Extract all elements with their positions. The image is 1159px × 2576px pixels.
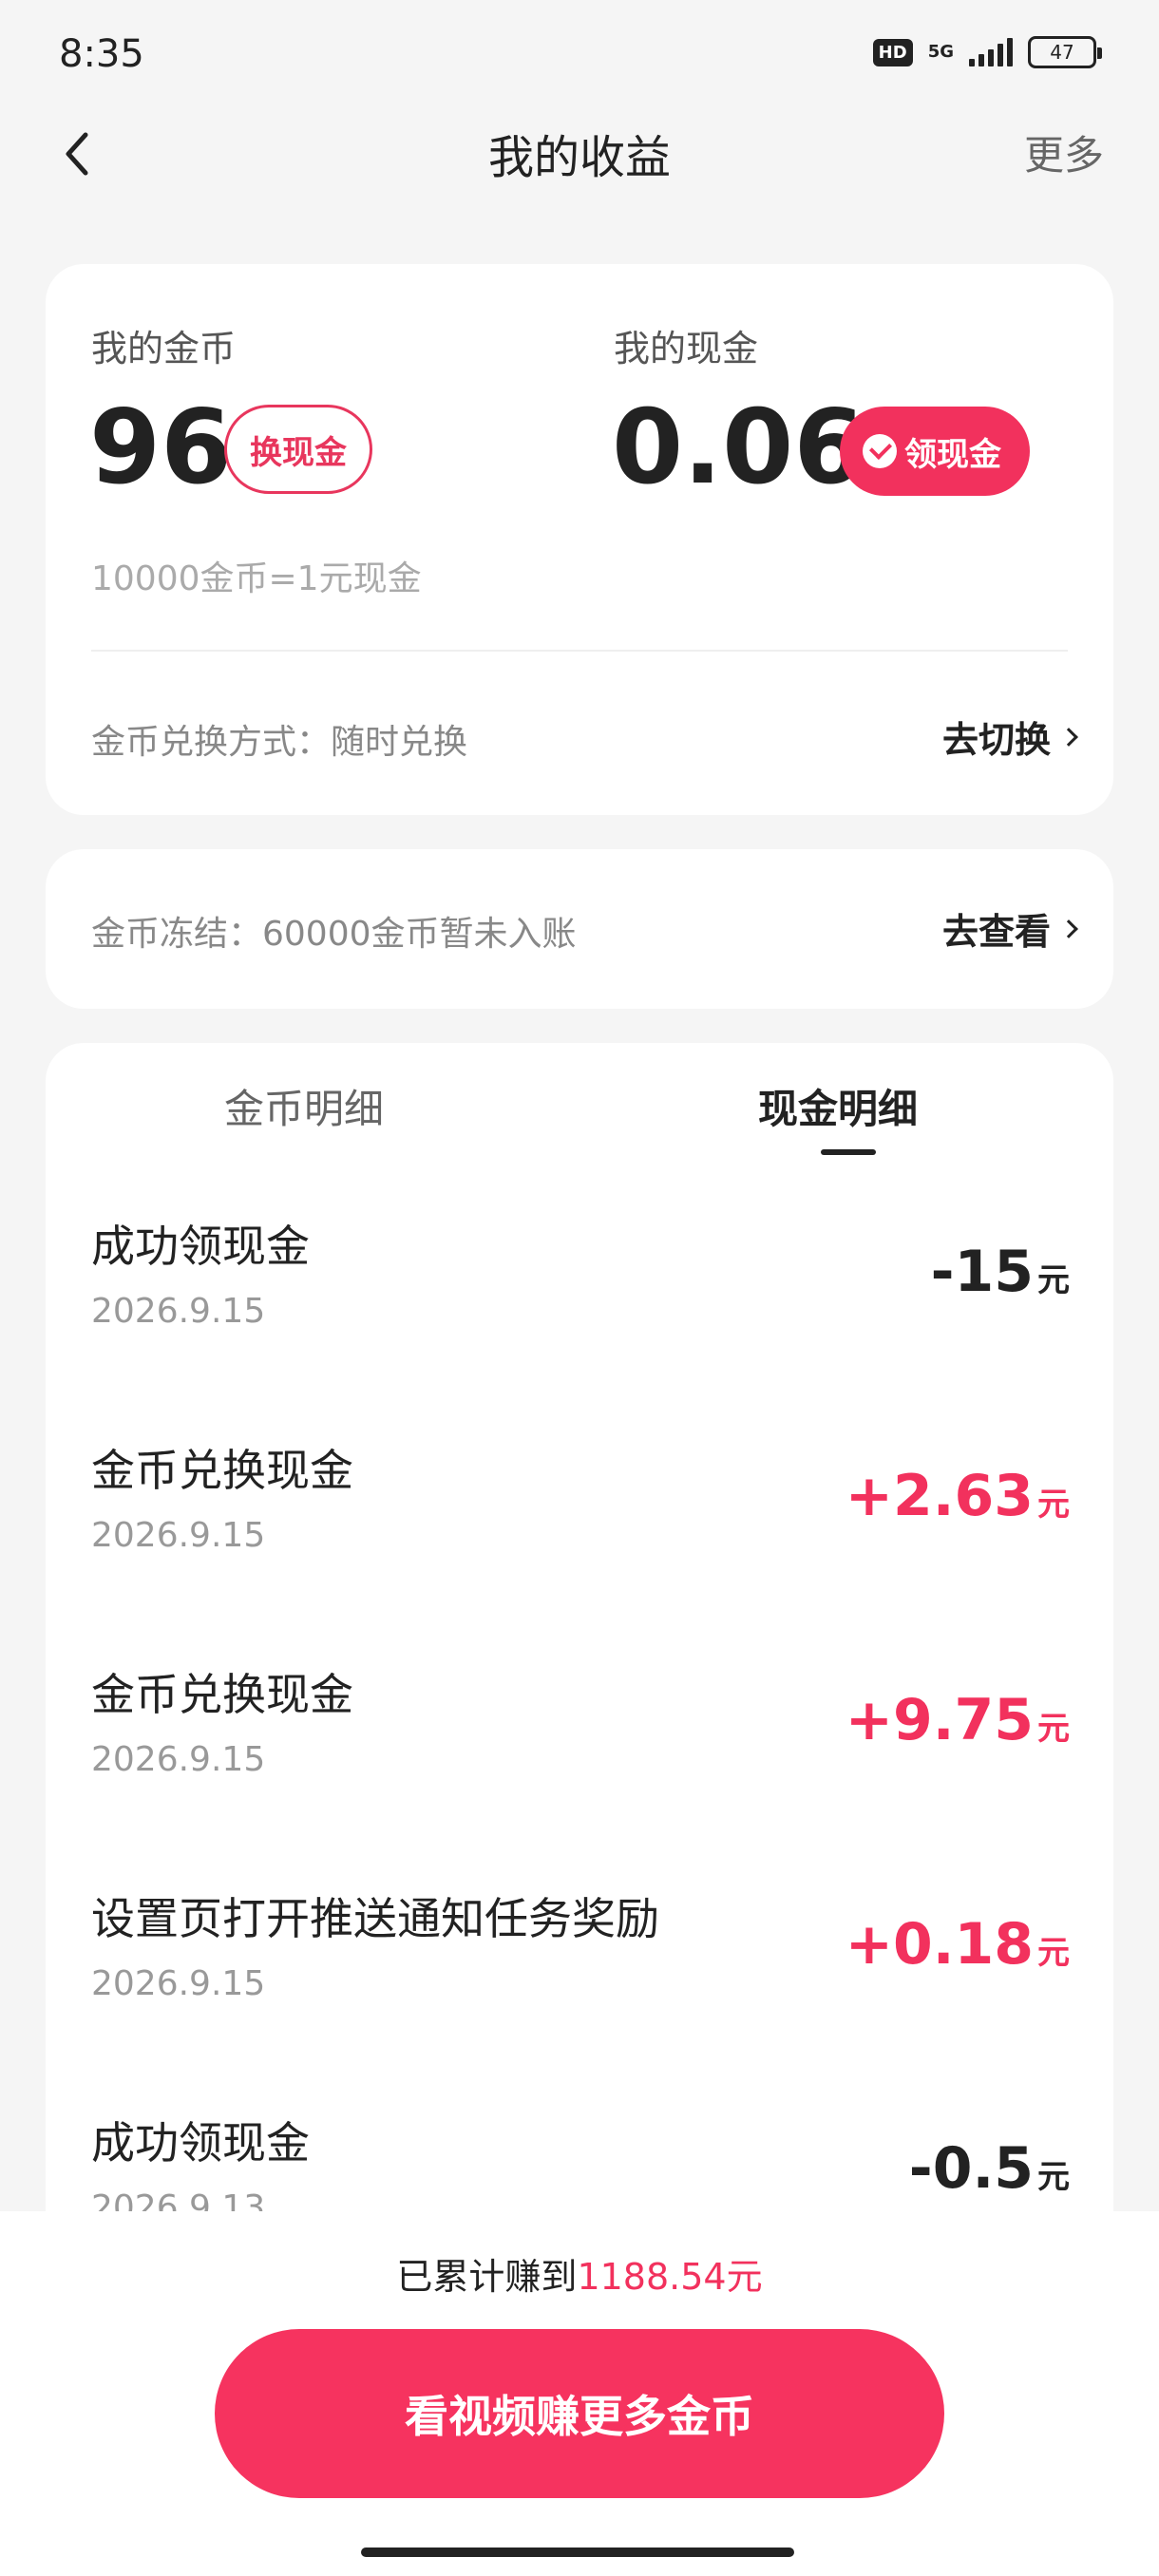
coins-value: 96 xyxy=(89,388,233,507)
total-earned-prefix: 已累计赚到 xyxy=(396,2256,578,2298)
amount-unit: 元 xyxy=(1037,1710,1070,1748)
battery-icon: 47 xyxy=(1028,36,1102,68)
signal-icon xyxy=(969,38,1013,66)
transaction-amount: +0.18 元 xyxy=(846,1911,1070,1978)
amount-value: +0.18 xyxy=(845,1911,1034,1978)
chevron-right-icon xyxy=(1059,919,1078,938)
total-earned-text: 已累计赚到1188.54元 xyxy=(0,2247,1159,2300)
status-time: 8:35 xyxy=(59,32,144,76)
tab-coin-details[interactable]: 金币明细 xyxy=(224,1077,384,1135)
amount-value: +2.63 xyxy=(845,1463,1034,1529)
amount-unit: 元 xyxy=(1037,1261,1070,1299)
transaction-date: 2026.9.15 xyxy=(91,1516,266,1555)
transaction-date: 2026.9.15 xyxy=(91,1740,266,1779)
exchange-method-text: 金币兑换方式：随时兑换 xyxy=(91,723,468,762)
cash-label: 我的现金 xyxy=(614,328,759,369)
list-item: 成功领现金 2026.9.15 -15 元 xyxy=(46,1212,1113,1436)
amount-unit: 元 xyxy=(1037,1934,1070,1972)
tab-cash-details[interactable]: 现金明细 xyxy=(758,1077,918,1135)
status-icons: HD 5G 47 xyxy=(872,36,1102,68)
transaction-amount: -15 元 xyxy=(931,1239,1070,1305)
check-icon xyxy=(863,434,897,468)
total-earned-amount: 1188.54元 xyxy=(577,2256,763,2298)
network-5g-icon: 5G xyxy=(927,42,954,62)
active-tab-indicator xyxy=(821,1149,876,1155)
switch-method-label: 去切换 xyxy=(941,719,1051,761)
transaction-date: 2026.9.15 xyxy=(91,1292,266,1331)
home-indicator[interactable] xyxy=(361,2548,794,2557)
switch-method-link[interactable]: 去切换 xyxy=(941,710,1078,763)
hd-icon: HD xyxy=(872,38,913,66)
earnings-card: 我的金币 96 换现金 我的现金 0.06 领现金 10000金币=1元现金 金… xyxy=(46,264,1113,815)
watch-video-earn-button[interactable]: 看视频赚更多金币 xyxy=(215,2329,944,2498)
bottom-panel: 已累计赚到1188.54元 看视频赚更多金币 xyxy=(0,2211,1159,2576)
list-item: 金币兑换现金 2026.9.15 +2.63 元 xyxy=(46,1436,1113,1660)
amount-value: -15 xyxy=(930,1239,1034,1305)
transaction-amount: -0.5 元 xyxy=(909,2135,1070,2202)
transaction-title: 成功领现金 xyxy=(91,1221,310,1272)
withdraw-cash-button[interactable]: 领现金 xyxy=(840,407,1030,496)
amount-value: +9.75 xyxy=(845,1687,1034,1753)
status-bar: 8:35 HD 5G 47 xyxy=(0,0,1159,114)
page-title: 我的收益 xyxy=(487,131,671,184)
amount-value: -0.5 xyxy=(908,2135,1034,2202)
transaction-title: 设置页打开推送通知任务奖励 xyxy=(91,1893,659,1944)
coins-label: 我的金币 xyxy=(91,328,237,369)
transaction-title: 金币兑换现金 xyxy=(91,1669,353,1720)
transaction-amount: +9.75 元 xyxy=(846,1687,1070,1753)
battery-level: 47 xyxy=(1050,41,1074,64)
transaction-amount: +2.63 元 xyxy=(846,1463,1070,1529)
cash-value: 0.06 xyxy=(612,388,865,507)
transaction-list: 成功领现金 2026.9.15 -15 元 金币兑换现金 2026.9.15 +… xyxy=(46,1212,1113,2333)
frozen-coins-text: 金币冻结：60000金币暂未入账 xyxy=(91,915,577,954)
transaction-title: 金币兑换现金 xyxy=(91,1445,353,1496)
transaction-date: 2026.9.15 xyxy=(91,1964,266,2003)
list-item: 设置页打开推送通知任务奖励 2026.9.15 +0.18 元 xyxy=(46,1885,1113,2109)
amount-unit: 元 xyxy=(1037,2158,1070,2196)
exchange-cash-button[interactable]: 换现金 xyxy=(224,405,372,494)
chevron-right-icon xyxy=(1059,727,1078,747)
divider xyxy=(91,650,1068,652)
view-frozen-link[interactable]: 去查看 xyxy=(941,902,1078,955)
frozen-coins-card: 金币冻结：60000金币暂未入账 去查看 xyxy=(46,849,1113,1009)
transaction-title: 成功领现金 xyxy=(91,2117,310,2169)
view-frozen-label: 去查看 xyxy=(941,911,1051,953)
more-button[interactable]: 更多 xyxy=(1024,123,1104,181)
exchange-rate-text: 10000金币=1元现金 xyxy=(91,559,422,598)
list-item: 金币兑换现金 2026.9.15 +9.75 元 xyxy=(46,1660,1113,1885)
amount-unit: 元 xyxy=(1037,1486,1070,1524)
withdraw-cash-label: 领现金 xyxy=(904,435,1001,474)
